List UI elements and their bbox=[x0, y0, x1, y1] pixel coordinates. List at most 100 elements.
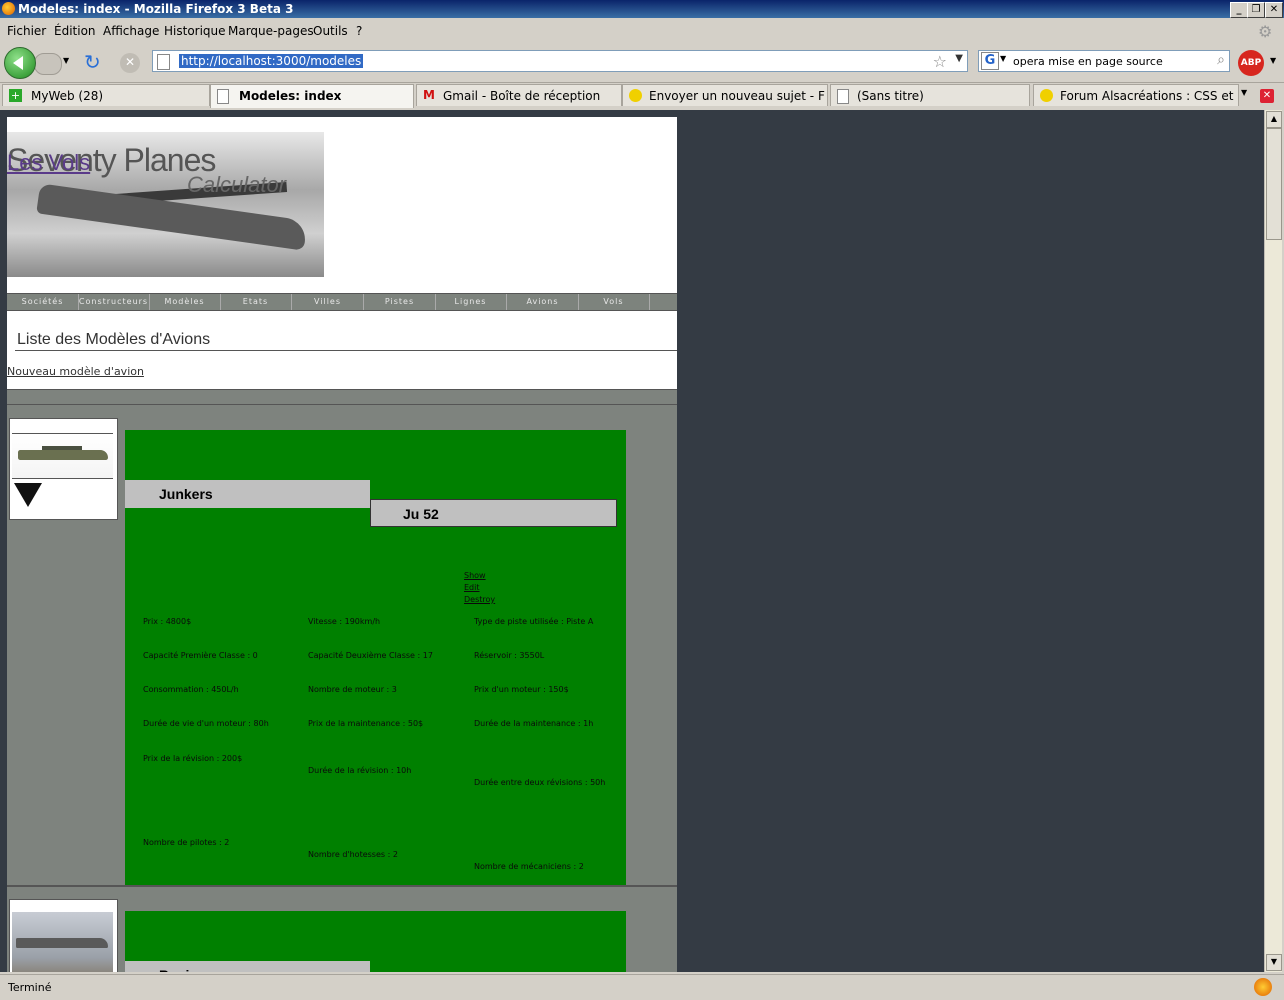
page-viewport: Seventy Planes Calculator Les Vols Socié… bbox=[0, 110, 1264, 972]
spec-reservoir: Réservoir : 3550L bbox=[474, 651, 545, 660]
page-title: Liste des Modèles d'Avions bbox=[17, 331, 211, 348]
spec-capacite-deuxieme: Capacité Deuxième Classe : 17 bbox=[308, 651, 433, 660]
menu-edition[interactable]: Édition bbox=[54, 24, 96, 38]
reload-icon[interactable]: ↻ bbox=[84, 52, 104, 73]
nav-villes[interactable]: Villes bbox=[292, 294, 364, 310]
ju52-photo bbox=[12, 433, 113, 479]
bookmark-star-icon[interactable]: ☆ bbox=[933, 52, 947, 71]
show-link[interactable]: Show bbox=[464, 570, 495, 582]
plus-icon: + bbox=[9, 89, 22, 102]
spec-prix: Prix : 4800$ bbox=[143, 617, 192, 626]
status-bar: Terminé bbox=[0, 974, 1284, 1000]
adblock-dropdown-icon[interactable]: ▼ bbox=[1270, 56, 1276, 65]
scroll-down-icon[interactable]: ▼ bbox=[1266, 954, 1282, 971]
les-vols-link[interactable]: Les Vols bbox=[7, 150, 90, 176]
tab-modeles-index[interactable]: Modeles: index bbox=[210, 84, 414, 108]
close-button[interactable]: ✕ bbox=[1265, 2, 1283, 18]
tab-list-dropdown-icon[interactable]: ▼ bbox=[1241, 88, 1247, 97]
page-icon bbox=[837, 89, 849, 104]
tab-forum-alsacreations[interactable]: Forum Alsacréations : CSS et Stan... bbox=[1033, 84, 1239, 106]
menu-outils[interactable]: Outils bbox=[313, 24, 348, 38]
close-tab-icon[interactable]: ✕ bbox=[1260, 89, 1274, 103]
tab-bar: + MyWeb (28) Modeles: index M Gmail - Bo… bbox=[0, 84, 1284, 108]
junkers-logo bbox=[14, 483, 44, 511]
tab-label: (Sans titre) bbox=[857, 89, 924, 103]
spec-duree-maintenance: Durée de la maintenance : 1h bbox=[474, 719, 594, 728]
tab-sans-titre[interactable]: (Sans titre) bbox=[830, 84, 1030, 106]
tab-label: Forum Alsacréations : CSS et Stan... bbox=[1060, 89, 1236, 103]
spec-duree-entre-revisions: Durée entre deux révisions : 50h bbox=[474, 778, 606, 787]
spec-prix-moteur: Prix d'un moteur : 150$ bbox=[474, 685, 569, 694]
url-input[interactable]: http://localhost:3000/modeles bbox=[179, 54, 364, 68]
page-icon bbox=[157, 54, 170, 70]
spec-vitesse: Vitesse : 190km/h bbox=[308, 617, 381, 626]
page-icon bbox=[217, 89, 229, 104]
back-button[interactable] bbox=[4, 47, 36, 79]
throbber-icon: ⚙ bbox=[1258, 22, 1273, 41]
nav-constructeurs[interactable]: Constructeurs bbox=[78, 294, 150, 310]
url-bar[interactable]: http://localhost:3000/modeles ☆ ▼ bbox=[152, 50, 968, 72]
page-content: Seventy Planes Calculator Les Vols Socié… bbox=[7, 117, 677, 972]
forum-icon bbox=[629, 89, 642, 102]
model-entry: Boeing bbox=[7, 887, 677, 972]
model-actions: Show Edit Destroy bbox=[464, 570, 495, 606]
menu-fichier[interactable]: Fichier bbox=[7, 24, 46, 38]
entry-divider bbox=[7, 404, 677, 405]
window-title-bar[interactable]: Modeles: index - Mozilla Firefox 3 Beta … bbox=[0, 0, 1284, 18]
nav-lignes[interactable]: Lignes bbox=[435, 294, 507, 310]
maximize-button[interactable]: ❐ bbox=[1247, 2, 1265, 18]
nav-pistes[interactable]: Pistes bbox=[364, 294, 436, 310]
model-images bbox=[9, 899, 118, 972]
minimize-button[interactable]: _ bbox=[1230, 2, 1248, 18]
menu-marque-pages[interactable]: Marque-pages bbox=[228, 24, 314, 38]
menu-help[interactable]: ? bbox=[356, 24, 362, 38]
history-dropdown-icon[interactable]: ▼ bbox=[63, 56, 69, 65]
spec-nombre-hotesses: Nombre d'hotesses : 2 bbox=[308, 850, 398, 859]
menu-affichage[interactable]: Affichage bbox=[103, 24, 159, 38]
nav-vols[interactable]: Vols bbox=[578, 294, 650, 310]
new-model-link[interactable]: Nouveau modèle d'avion bbox=[7, 365, 144, 378]
forward-button[interactable] bbox=[34, 53, 62, 75]
destroy-link[interactable]: Destroy bbox=[464, 594, 495, 606]
maker-name: Boeing bbox=[125, 961, 370, 972]
model-card: Boeing bbox=[125, 911, 626, 972]
nav-societes[interactable]: Sociétés bbox=[7, 294, 79, 310]
stop-icon[interactable]: ✕ bbox=[120, 53, 140, 73]
model-entry: Junkers Ju 52 Show Edit Destroy Prix : 4… bbox=[7, 389, 677, 887]
tab-myweb[interactable]: + MyWeb (28) bbox=[2, 84, 210, 106]
site-navigation: Sociétés Constructeurs Modèles Etats Vil… bbox=[7, 293, 677, 311]
tab-envoyer-sujet[interactable]: Envoyer un nouveau sujet - Foru... bbox=[622, 84, 828, 106]
url-dropdown-icon[interactable]: ▼ bbox=[955, 53, 963, 64]
boeing-photo bbox=[12, 912, 113, 972]
search-input[interactable]: opera mise en page source bbox=[1013, 55, 1163, 68]
tab-label: MyWeb (28) bbox=[31, 89, 104, 103]
site-subtitle: Calculator bbox=[187, 172, 287, 197]
nav-modeles[interactable]: Modèles bbox=[149, 294, 221, 310]
search-icon[interactable]: ⌕ bbox=[1217, 52, 1225, 68]
engine-dropdown-icon[interactable]: ▼ bbox=[1000, 54, 1006, 63]
menu-bar: Fichier Édition Affichage Historique Mar… bbox=[0, 19, 1284, 41]
tab-gmail[interactable]: M Gmail - Boîte de réception bbox=[416, 84, 622, 106]
adblock-icon[interactable]: ABP bbox=[1238, 50, 1264, 76]
model-images bbox=[9, 418, 118, 520]
scroll-thumb[interactable] bbox=[1266, 128, 1282, 240]
model-card: Junkers Ju 52 Show Edit Destroy Prix : 4… bbox=[125, 430, 626, 887]
nav-etats[interactable]: Etats bbox=[220, 294, 292, 310]
scroll-up-icon[interactable]: ▲ bbox=[1266, 111, 1282, 128]
spec-prix-revision: Prix de la révision : 200$ bbox=[143, 754, 243, 763]
edit-link[interactable]: Edit bbox=[464, 582, 495, 594]
nav-avions[interactable]: Avions bbox=[507, 294, 579, 310]
firebug-icon[interactable] bbox=[1254, 978, 1272, 996]
google-engine-icon[interactable]: G bbox=[981, 52, 999, 70]
tab-label: Modeles: index bbox=[239, 89, 342, 103]
title-divider bbox=[15, 350, 677, 351]
spec-nombre-moteur: Nombre de moteur : 3 bbox=[308, 685, 397, 694]
window-title: Modeles: index - Mozilla Firefox 3 Beta … bbox=[18, 2, 294, 16]
search-box[interactable]: G ▼ opera mise en page source ⌕ bbox=[978, 50, 1230, 72]
spec-capacite-premiere: Capacité Première Classe : 0 bbox=[143, 651, 258, 660]
maker-name: Junkers bbox=[125, 480, 370, 508]
vertical-scrollbar[interactable]: ▲ ▼ bbox=[1264, 110, 1282, 972]
spec-consommation: Consommation : 450L/h bbox=[143, 685, 239, 694]
spec-type-piste: Type de piste utilisée : Piste A bbox=[474, 617, 594, 626]
menu-historique[interactable]: Historique bbox=[164, 24, 226, 38]
